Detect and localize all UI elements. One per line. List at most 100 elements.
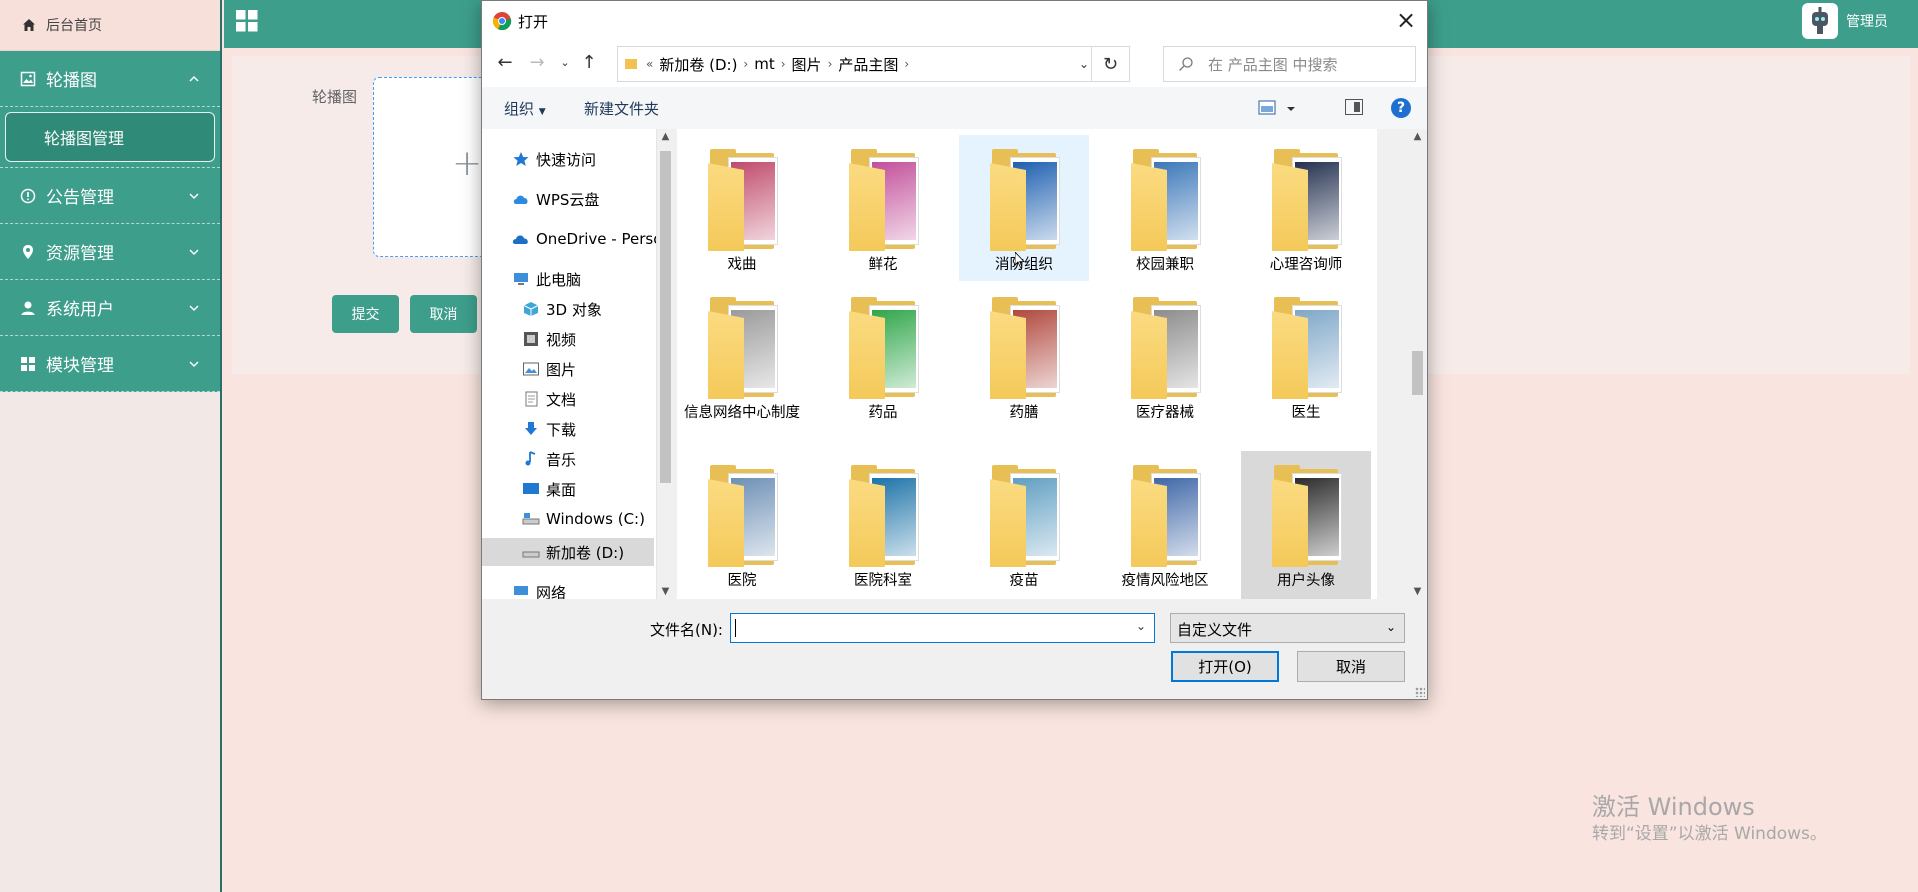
breadcrumb-product-images[interactable]: 产品主图 xyxy=(838,54,898,75)
dialog-title: 打开 xyxy=(518,12,549,31)
breadcrumb-drive[interactable]: 新加卷 (D:) xyxy=(659,54,737,75)
desktop-icon xyxy=(523,483,539,494)
folder-item[interactable]: 医疗器械 xyxy=(1100,283,1230,443)
open-button[interactable]: 打开(O) xyxy=(1171,651,1279,682)
windows-activation-watermark: 激活 Windows 转到“设置”以激活 Windows。 xyxy=(1592,792,1827,846)
folder-small-icon xyxy=(625,59,637,69)
nav-network[interactable]: 网络 xyxy=(512,580,566,599)
cancel-button[interactable]: 取消 xyxy=(410,295,477,333)
breadcrumb-separator-icon[interactable]: › xyxy=(743,57,748,71)
folder-item[interactable]: 心理咨询师 xyxy=(1241,135,1371,281)
new-folder-button[interactable]: 新建文件夹 xyxy=(584,98,659,119)
scroll-down-icon[interactable]: ▼ xyxy=(657,586,674,597)
nav-drive-d[interactable]: 新加卷 (D:) xyxy=(522,540,624,564)
address-bar[interactable]: « 新加卷 (D:) › mt › 图片 › 产品主图 › ⌄ ↻ xyxy=(617,46,1130,82)
sidebar-home[interactable]: 后台首页 xyxy=(0,0,220,51)
nav-music[interactable]: 音乐 xyxy=(522,447,576,471)
folder-icon xyxy=(984,149,1064,254)
folder-item[interactable]: 信息网络中心制度 xyxy=(677,283,807,443)
resize-grip-icon[interactable] xyxy=(1415,687,1425,697)
folder-item[interactable]: 药膳 xyxy=(959,283,1089,443)
network-icon xyxy=(514,586,528,595)
file-type-select[interactable]: 自定义文件 ⌄ xyxy=(1170,613,1405,643)
address-dropdown-icon[interactable]: ⌄ xyxy=(1079,57,1089,71)
folder-item[interactable]: 疫苗 xyxy=(959,451,1089,599)
nav-videos[interactable]: 视频 xyxy=(522,327,576,351)
folder-icon xyxy=(1266,149,1346,254)
sidebar-item-carousel-management[interactable]: 轮播图管理 xyxy=(5,112,215,162)
breadcrumb-separator-icon[interactable]: › xyxy=(904,57,909,71)
filename-input[interactable]: ⌄ xyxy=(730,613,1155,643)
chevron-down-icon xyxy=(189,360,199,367)
chevron-down-icon[interactable]: ⌄ xyxy=(1136,619,1146,633)
folder-item[interactable]: 医院 xyxy=(677,451,807,599)
nav-drive-c[interactable]: Windows (C:) xyxy=(522,507,645,531)
cloud-icon xyxy=(513,195,528,204)
nav-this-pc[interactable]: 此电脑 xyxy=(512,267,581,291)
nav-scrollbar[interactable]: ▲ ▼ xyxy=(657,129,674,599)
folder-icon xyxy=(984,297,1064,402)
submit-button[interactable]: 提交 xyxy=(332,295,399,333)
folder-item[interactable]: 用户头像 xyxy=(1241,451,1371,599)
forward-arrow-icon[interactable]: → xyxy=(526,52,548,74)
view-options-icon[interactable] xyxy=(1257,97,1297,119)
nav-onedrive[interactable]: OneDrive - Perso xyxy=(512,227,656,251)
sidebar-group-label: 系统用户 xyxy=(46,300,114,320)
dialog-titlebar[interactable]: 打开 × xyxy=(482,1,1427,41)
robot-avatar-icon xyxy=(1812,7,1828,34)
nav-quick-access[interactable]: 快速访问 xyxy=(512,147,596,171)
picture-icon xyxy=(523,362,539,376)
folder-item[interactable]: 医院科室 xyxy=(818,451,948,599)
sidebar-group-announcements[interactable]: 公告管理 xyxy=(0,168,220,224)
info-circle-icon xyxy=(20,188,36,203)
nav-wps-cloud[interactable]: WPS云盘 xyxy=(512,187,599,211)
user-menu[interactable]: 管理员 xyxy=(1802,0,1888,42)
nav-label: WPS云盘 xyxy=(536,190,600,209)
file-grid-scrollbar[interactable]: ▲ ▼ xyxy=(1409,129,1426,599)
overflow-chevron-icon[interactable]: « xyxy=(646,57,653,71)
folder-item[interactable]: 鲜花 xyxy=(818,135,948,281)
nav-pictures[interactable]: 图片 xyxy=(522,357,576,381)
breadcrumb-pictures[interactable]: 图片 xyxy=(792,54,822,75)
sidebar-group-carousel[interactable]: 轮播图 xyxy=(0,51,220,107)
location-pin-icon xyxy=(23,244,33,259)
folder-icon xyxy=(1125,465,1205,570)
plus-icon: + xyxy=(452,143,483,184)
refresh-icon[interactable]: ↻ xyxy=(1091,47,1129,81)
onedrive-icon xyxy=(512,235,528,244)
sidebar-group-resources[interactable]: 资源管理 xyxy=(0,224,220,280)
close-icon[interactable]: × xyxy=(1395,8,1417,32)
breadcrumb-separator-icon[interactable]: › xyxy=(781,57,786,71)
recent-locations-icon[interactable]: ⌄ xyxy=(554,52,576,74)
nav-3d-objects[interactable]: 3D 对象 xyxy=(522,297,602,321)
scrollbar-thumb[interactable] xyxy=(660,151,671,483)
scroll-down-icon[interactable]: ▼ xyxy=(1409,586,1426,597)
up-arrow-icon[interactable]: ↑ xyxy=(578,52,600,74)
menu-grid-icon[interactable] xyxy=(236,10,258,32)
chevron-down-icon xyxy=(189,192,199,199)
breadcrumb-separator-icon[interactable]: › xyxy=(828,57,833,71)
nav-downloads[interactable]: 下载 xyxy=(522,417,576,441)
preview-pane-icon[interactable] xyxy=(1345,99,1363,115)
folder-item[interactable]: 疫情风险地区 xyxy=(1100,451,1230,599)
sidebar-group-modules[interactable]: 模块管理 xyxy=(0,336,220,392)
scroll-up-icon[interactable]: ▲ xyxy=(657,131,674,142)
sidebar-group-system-users[interactable]: 系统用户 xyxy=(0,280,220,336)
dialog-cancel-button[interactable]: 取消 xyxy=(1297,651,1405,682)
folder-item[interactable]: 戏曲 xyxy=(677,135,807,281)
drive-icon xyxy=(522,513,540,525)
scrollbar-thumb[interactable] xyxy=(1412,351,1423,395)
help-icon[interactable]: ? xyxy=(1391,98,1411,118)
scroll-up-icon[interactable]: ▲ xyxy=(1409,131,1426,142)
search-input[interactable]: 在 产品主图 中搜索 xyxy=(1163,46,1416,82)
folder-item[interactable]: 医生 xyxy=(1241,283,1371,443)
nav-desktop[interactable]: 桌面 xyxy=(522,477,576,501)
folder-item[interactable]: 药品 xyxy=(818,283,948,443)
nav-documents[interactable]: 文档 xyxy=(522,387,576,411)
search-placeholder: 在 产品主图 中搜索 xyxy=(1208,55,1338,74)
breadcrumb-mt[interactable]: mt xyxy=(754,55,775,73)
back-arrow-icon[interactable]: ← xyxy=(494,52,516,74)
organize-button[interactable]: 组织 ▼ xyxy=(504,98,546,119)
chrome-icon xyxy=(492,12,512,31)
folder-item[interactable]: 校园兼职 xyxy=(1100,135,1230,281)
